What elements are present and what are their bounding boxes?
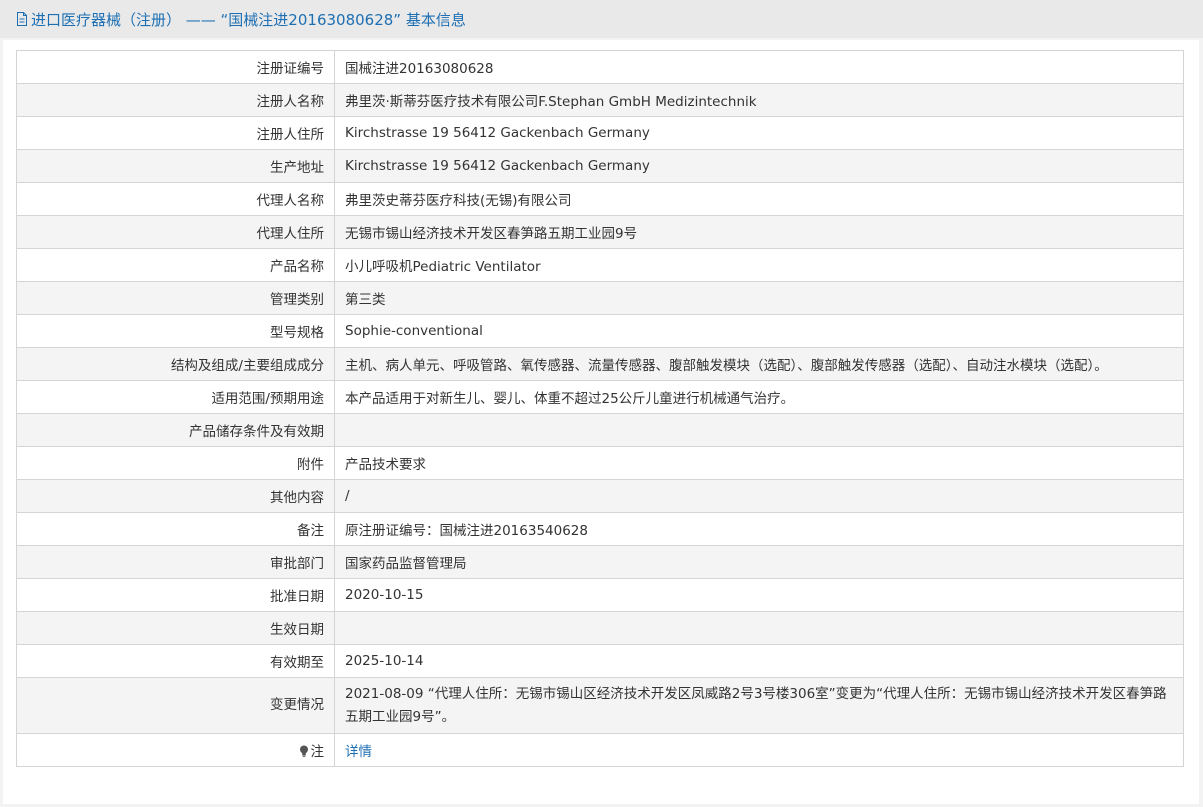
content-panel: 注册证编号 国械注进20163080628 注册人名称 弗里茨·斯蒂芬医疗技术有限公司… <box>3 40 1199 804</box>
table-row-expiry-date: 有效期至 2025-10-14 <box>16 644 1184 678</box>
table-row-agent-address: 代理人住所 无锡市锡山经济技术开发区春笋路五期工业园9号 <box>16 215 1184 249</box>
row-value: 2021-08-09 “代理人住所：无锡市锡山区经济技术开发区凤威路2号3号楼3… <box>334 677 1184 734</box>
row-value: Kirchstrasse 19 56412 Gackenbach Germany <box>334 116 1184 150</box>
row-label: 注册证编号 <box>16 50 335 84</box>
table-row-registrant-name: 注册人名称 弗里茨·斯蒂芬医疗技术有限公司F.Stephan GmbH Mediz… <box>16 83 1184 117</box>
table-row-production-address: 生产地址 Kirchstrasse 19 56412 Gackenbach Ger… <box>16 149 1184 183</box>
row-label: 代理人名称 <box>16 182 335 216</box>
table-row-product-name: 产品名称 小儿呼吸机Pediatric Ventilator <box>16 248 1184 282</box>
row-label: 审批部门 <box>16 545 335 579</box>
table-row-attachment: 附件 产品技术要求 <box>16 446 1184 480</box>
row-value: 国械注进20163080628 <box>334 50 1184 84</box>
table-row-storage-conditions: 产品储存条件及有效期 <box>16 413 1184 447</box>
note-label-cell: 注 <box>16 733 335 767</box>
row-value: 第三类 <box>334 281 1184 315</box>
details-link[interactable]: 详情 <box>345 744 372 760</box>
table-row-structure-composition: 结构及组成/主要组成成分 主机、病人单元、呼吸管路、氧传感器、流量传感器、腹部触发… <box>16 347 1184 381</box>
row-value: 2020-10-15 <box>334 578 1184 612</box>
table-row-approval-date: 批准日期 2020-10-15 <box>16 578 1184 612</box>
row-label: 适用范围/预期用途 <box>16 380 335 414</box>
row-label: 生效日期 <box>16 611 335 645</box>
row-label: 产品名称 <box>16 248 335 282</box>
row-value: 小儿呼吸机Pediatric Ventilator <box>334 248 1184 282</box>
table-row-approval-department: 审批部门 国家药品监督管理局 <box>16 545 1184 579</box>
row-value: 无锡市锡山经济技术开发区春笋路五期工业园9号 <box>334 215 1184 249</box>
row-value: 主机、病人单元、呼吸管路、氧传感器、流量传感器、腹部触发模块（选配）、腹部触发传… <box>334 347 1184 381</box>
table-row-management-category: 管理类别 第三类 <box>16 281 1184 315</box>
row-value: 弗里茨史蒂芬医疗科技(无锡)有限公司 <box>334 182 1184 216</box>
row-value <box>334 611 1184 645</box>
page-header: 进口医疗器械（注册） —— “国械注进20163080628” 基本信息 <box>0 0 1203 38</box>
table-row-effective-date: 生效日期 <box>16 611 1184 645</box>
row-value: 原注册证编号：国械注进20163540628 <box>334 512 1184 546</box>
table-row-other-content: 其他内容 / <box>16 479 1184 513</box>
table-row-remarks: 备注 原注册证编号：国械注进20163540628 <box>16 512 1184 546</box>
row-value: 弗里茨·斯蒂芬医疗技术有限公司F.Stephan GmbH Medizintec… <box>334 83 1184 117</box>
row-label: 管理类别 <box>16 281 335 315</box>
note-label: 注 <box>310 744 325 760</box>
row-label: 注册人住所 <box>16 116 335 150</box>
row-label: 结构及组成/主要组成成分 <box>16 347 335 381</box>
row-label: 代理人住所 <box>16 215 335 249</box>
row-value: / <box>334 479 1184 513</box>
row-label: 备注 <box>16 512 335 546</box>
row-label: 变更情况 <box>16 677 335 734</box>
row-value <box>334 413 1184 447</box>
page-title: 进口医疗器械（注册） —— “国械注进20163080628” 基本信息 <box>31 10 466 29</box>
table-row-registrant-address: 注册人住所 Kirchstrasse 19 56412 Gackenbach Ge… <box>16 116 1184 150</box>
row-value: 本产品适用于对新生儿、婴儿、体重不超过25公斤儿童进行机械通气治疗。 <box>334 380 1184 414</box>
table-row-model-spec: 型号规格 Sophie-conventional <box>16 314 1184 348</box>
table-row-intended-use: 适用范围/预期用途 本产品适用于对新生儿、婴儿、体重不超过25公斤儿童进行机械通气… <box>16 380 1184 414</box>
row-value: Sophie-conventional <box>334 314 1184 348</box>
row-value: 国家药品监督管理局 <box>334 545 1184 579</box>
table-row-note: 注 详情 <box>16 733 1184 767</box>
row-label: 产品储存条件及有效期 <box>16 413 335 447</box>
note-value-cell: 详情 <box>334 733 1184 767</box>
row-label: 附件 <box>16 446 335 480</box>
row-label: 型号规格 <box>16 314 335 348</box>
row-label: 其他内容 <box>16 479 335 513</box>
table-row-change-history: 变更情况 2021-08-09 “代理人住所：无锡市锡山区经济技术开发区凤威路2号… <box>16 677 1184 734</box>
document-icon <box>17 12 27 26</box>
row-label: 注册人名称 <box>16 83 335 117</box>
table-row-agent-name: 代理人名称 弗里茨史蒂芬医疗科技(无锡)有限公司 <box>16 182 1184 216</box>
row-label: 生产地址 <box>16 149 335 183</box>
page: 进口医疗器械（注册） —— “国械注进20163080628” 基本信息 注册证… <box>0 0 1203 807</box>
row-value: Kirchstrasse 19 56412 Gackenbach Germany <box>334 149 1184 183</box>
table-row-registration-number: 注册证编号 国械注进20163080628 <box>16 50 1184 84</box>
row-value: 2025-10-14 <box>334 644 1184 678</box>
row-label: 批准日期 <box>16 578 335 612</box>
info-table: 注册证编号 国械注进20163080628 注册人名称 弗里茨·斯蒂芬医疗技术有限公司… <box>16 50 1184 767</box>
row-label: 有效期至 <box>16 644 335 678</box>
row-value: 产品技术要求 <box>334 446 1184 480</box>
lightbulb-icon <box>299 745 308 757</box>
